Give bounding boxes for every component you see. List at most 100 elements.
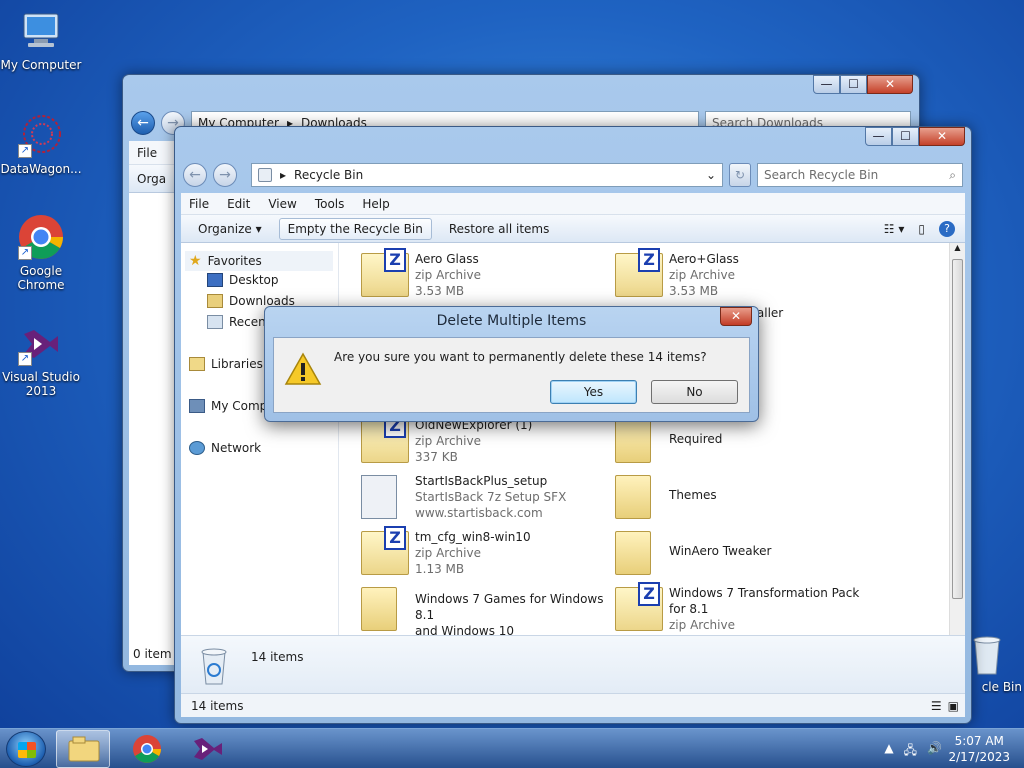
status-item-count: 14 items [191, 698, 244, 713]
close-button[interactable]: ✕ [919, 127, 965, 146]
file-item[interactable]: Z OldNewExplorer (1) zip Archive 337 KB [361, 414, 609, 469]
chrome-icon [133, 735, 161, 763]
empty-recycle-bin-button[interactable]: Empty the Recycle Bin [278, 217, 432, 240]
breadcrumb-recycle-bin[interactable]: Recycle Bin [294, 168, 363, 182]
computer-icon [18, 8, 64, 54]
network-icon[interactable]: 🖧 [904, 741, 917, 762]
dropdown-arrow-icon: ▾ [255, 221, 262, 236]
taskbar-chrome-button[interactable] [120, 730, 174, 768]
organize-button[interactable]: Orga [137, 172, 166, 186]
nav-network[interactable]: Network [189, 441, 261, 455]
recycle-bin-icon [967, 630, 1007, 676]
shortcut-arrow-icon: ↗ [18, 352, 32, 366]
scroll-up-icon[interactable]: ▲ [950, 243, 965, 252]
file-item[interactable]: Z Aero Glass zip Archive 3.53 MB [361, 248, 609, 303]
windows-logo-icon [18, 742, 36, 758]
start-button[interactable] [6, 731, 46, 767]
show-hidden-icons-icon[interactable]: ▲ [884, 741, 893, 762]
minimize-button[interactable]: — [813, 75, 840, 94]
menu-view[interactable]: View [268, 197, 296, 211]
folder-icon [361, 587, 397, 631]
maximize-button[interactable]: ☐ [840, 75, 867, 94]
dialog-close-button[interactable]: ✕ [720, 307, 752, 326]
file-item[interactable]: Z Aero+Glass zip Archive 3.53 MB [615, 248, 863, 303]
forward-button[interactable]: → [213, 163, 237, 187]
menu-help[interactable]: Help [362, 197, 389, 211]
taskbar: ▲ 🖧 🔊 5:07 AM 2/17/2023 [0, 728, 1024, 768]
minimize-button[interactable]: — [865, 127, 892, 146]
preview-pane-icon[interactable]: ▯ [918, 222, 925, 236]
desktop-icon-my-computer[interactable]: My Computer [0, 8, 82, 72]
taskbar-visual-studio-button[interactable] [182, 730, 236, 768]
clock-time: 5:07 AM [954, 734, 1004, 748]
back-button[interactable]: ← [183, 163, 207, 187]
file-item[interactable]: Themes [615, 473, 863, 525]
visual-studio-icon: ↗ [18, 320, 64, 366]
folder-icon [615, 475, 651, 519]
maximize-button[interactable]: ☐ [892, 127, 919, 146]
change-view-icon[interactable]: ☷ ▾ [884, 222, 905, 236]
refresh-button[interactable]: ↻ [729, 163, 751, 187]
menu-file[interactable]: File [137, 146, 157, 160]
delete-multiple-items-dialog: Delete Multiple Items ✕ Are you sure you… [264, 306, 759, 422]
file-item[interactable]: Z tm_cfg_win8-win10 zip Archive 1.13 MB [361, 526, 609, 581]
dialog-body: Are you sure you want to permanently del… [273, 337, 750, 413]
chrome-icon: ↗ [18, 214, 64, 260]
large-icons-view-icon[interactable]: ▣ [948, 699, 959, 713]
recycle-bin-small-icon [258, 168, 272, 182]
desktop-icon-datawagon[interactable]: ↗ DataWagon... [0, 112, 82, 176]
computer-icon [189, 399, 205, 413]
scroll-thumb[interactable] [952, 259, 963, 599]
file-item[interactable]: Z Windows 7 Transformation Pack for 8.1 zi… [615, 582, 863, 637]
nav-libraries[interactable]: Libraries [189, 357, 263, 371]
folder-icon [615, 531, 651, 575]
network-icon [189, 441, 205, 455]
help-icon[interactable]: ? [939, 220, 955, 237]
search-icon: ⌕ [949, 167, 956, 182]
file-item[interactable]: StartIsBackPlus_setup StartIsBack 7z Setu… [361, 473, 609, 525]
yes-button[interactable]: Yes [550, 380, 637, 404]
status-text: 0 item [133, 647, 172, 661]
status-bar: 14 items ☰ ▣ [181, 693, 965, 717]
navigation-pane: ★ Favorites Desktop Downloads Recent Pla… [181, 243, 339, 635]
zip-archive-icon: Z [361, 414, 409, 463]
menu-bar: File Edit View Tools Help [181, 193, 965, 215]
desktop-icon-chrome[interactable]: ↗ Google Chrome [0, 214, 82, 292]
libraries-icon [189, 357, 205, 371]
file-item[interactable]: WinAero Tweaker [615, 529, 863, 581]
explorer-folder-icon [68, 736, 100, 762]
menu-edit[interactable]: Edit [227, 197, 250, 211]
volume-icon[interactable]: 🔊 [927, 741, 942, 762]
window-controls: — ☐ ✕ [813, 75, 913, 94]
no-button[interactable]: No [651, 380, 738, 404]
datawagon-icon: ↗ [18, 112, 64, 158]
clock[interactable]: 5:07 AM 2/17/2023 [948, 733, 1010, 765]
organize-button[interactable]: Organize ▾ [189, 218, 271, 240]
back-button[interactable]: ← [131, 111, 155, 135]
desktop-icon-label: DataWagon... [0, 162, 82, 176]
shortcut-arrow-icon: ↗ [18, 144, 32, 158]
nav-desktop[interactable]: Desktop [207, 273, 279, 287]
address-bar[interactable]: ▸ Recycle Bin ⌄ [251, 163, 723, 187]
menu-tools[interactable]: Tools [315, 197, 345, 211]
shortcut-arrow-icon: ↗ [18, 246, 32, 260]
vertical-scrollbar[interactable]: ▲ [949, 243, 965, 635]
file-item[interactable]: Windows 7 Games for Windows 8.1 and Windo… [361, 585, 609, 638]
dialog-title: Delete Multiple Items [436, 313, 587, 329]
file-item[interactable]: Required [615, 417, 863, 469]
search-input[interactable]: Search Recycle Bin ⌕ [757, 163, 963, 187]
recycle-bin-window[interactable]: — ☐ ✕ ← → ▸ Recycle Bin ⌄ ↻ Search Recyc… [174, 126, 972, 724]
details-view-icon[interactable]: ☰ [931, 699, 942, 713]
restore-all-items-button[interactable]: Restore all items [440, 218, 559, 240]
address-dropdown-icon[interactable]: ⌄ [706, 168, 716, 182]
star-icon: ★ [189, 253, 202, 269]
folder-icon [615, 419, 651, 463]
close-button[interactable]: ✕ [867, 75, 913, 94]
zip-archive-icon: Z [361, 526, 409, 575]
setup-file-icon [361, 475, 397, 519]
command-bar: Organize ▾ Empty the Recycle Bin Restore… [181, 215, 965, 243]
menu-file[interactable]: File [189, 197, 209, 211]
taskbar-explorer-button[interactable] [56, 730, 110, 768]
desktop-icon-visual-studio[interactable]: ↗ Visual Studio 2013 [0, 320, 82, 398]
nav-favorites[interactable]: ★ Favorites [185, 251, 333, 271]
